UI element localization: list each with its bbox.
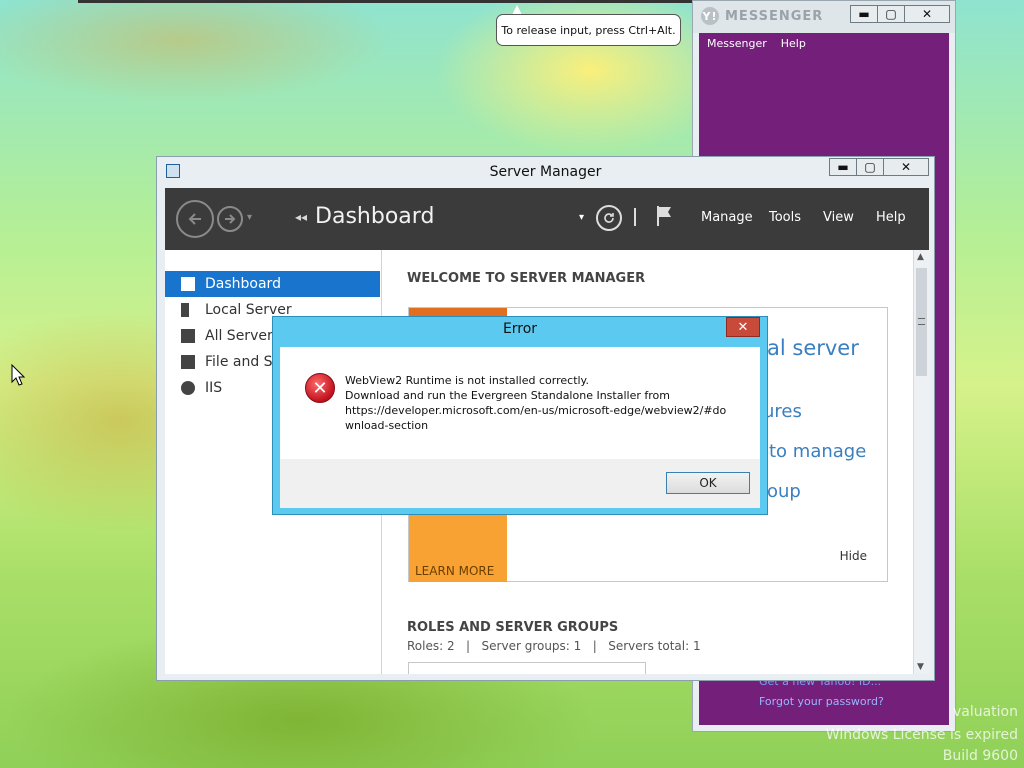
server-manager-titlebar[interactable]: Server Manager — [157, 157, 934, 187]
breadcrumb-arrows-icon: ◂◂ — [295, 209, 308, 224]
history-dropdown-icon[interactable]: ▾ — [247, 212, 252, 223]
error-dialog: Error ✕ ✕ WebView2 Runtime is not instal… — [272, 316, 768, 515]
window-title: Server Manager — [489, 164, 602, 180]
roles-heading: ROLES AND SERVER GROUPS — [407, 620, 619, 635]
server-icon — [181, 303, 189, 317]
watermark-line1: valuation — [952, 704, 1018, 720]
error-icon: ✕ — [305, 373, 335, 403]
messenger-maximize-button[interactable]: ▢ — [877, 5, 905, 23]
notifications-flag-icon[interactable] — [655, 204, 675, 231]
quick-start-line1[interactable]: al server — [767, 336, 859, 360]
error-dialog-body: ✕ WebView2 Runtime is not installed corr… — [280, 347, 760, 459]
quick-start-line2[interactable]: ures — [763, 401, 802, 422]
header-divider — [634, 208, 636, 226]
messenger-close-button[interactable]: ✕ — [904, 5, 950, 23]
messenger-logo: Y! MESSENGER — [701, 7, 823, 25]
mouse-pointer-icon — [11, 364, 25, 386]
tooltip-text: To release input, press Ctrl+Alt. — [501, 23, 676, 37]
breadcrumb: ◂◂ Dashboard — [295, 204, 434, 229]
messenger-menu-messenger[interactable]: Messenger — [707, 37, 767, 50]
messenger-brand: MESSENGER — [725, 8, 824, 24]
server-manager-window-controls: ▬ ▢ ✕ — [829, 158, 929, 176]
refresh-icon[interactable] — [596, 205, 622, 231]
error-message-line: https://developer.microsoft.com/en-us/mi… — [345, 404, 727, 417]
yahoo-logo-icon: Y! — [701, 7, 719, 25]
file-storage-icon — [181, 355, 195, 369]
page-title: Dashboard — [315, 204, 435, 229]
release-input-tooltip: To release input, press Ctrl+Alt. — [496, 14, 681, 46]
servers-icon — [181, 329, 195, 343]
error-dialog-close-button[interactable]: ✕ — [726, 317, 760, 337]
quick-start-tile — [409, 308, 507, 316]
top-strip — [78, 0, 692, 3]
quick-start-line4[interactable]: oup — [767, 481, 801, 502]
error-dialog-title: Error — [502, 321, 538, 337]
error-message: WebView2 Runtime is not installed correc… — [345, 373, 745, 433]
minimize-button[interactable]: ▬ — [829, 158, 857, 176]
messenger-menu-help[interactable]: Help — [781, 37, 806, 50]
iis-icon — [181, 381, 195, 395]
maximize-button[interactable]: ▢ — [856, 158, 884, 176]
roles-summary: Roles: 2 | Server groups: 1 | Servers to… — [407, 639, 701, 653]
welcome-heading: WELCOME TO SERVER MANAGER — [407, 271, 646, 286]
hide-link[interactable]: Hide — [840, 549, 867, 563]
forward-arrow-icon[interactable] — [217, 206, 243, 232]
scrollbar-thumb[interactable] — [916, 268, 927, 376]
dropdown-icon[interactable]: ▾ — [579, 212, 584, 223]
learn-more-tile[interactable]: LEARN MORE — [409, 514, 507, 582]
scroll-up-icon[interactable]: ▲ — [917, 252, 924, 262]
scroll-down-icon[interactable]: ▼ — [917, 662, 924, 672]
error-message-line: Download and run the Evergreen Standalon… — [345, 389, 670, 402]
error-message-line: wnload-section — [345, 419, 429, 432]
watermark-line3: Build 9600 — [942, 748, 1018, 764]
role-tile[interactable] — [408, 662, 646, 674]
menu-view[interactable]: View — [823, 210, 854, 225]
forgot-password-link[interactable]: Forgot your password? — [759, 695, 884, 708]
messenger-menubar: Messenger Help — [707, 37, 806, 50]
close-button[interactable]: ✕ — [883, 158, 929, 176]
messenger-minimize-button[interactable]: ▬ — [850, 5, 878, 23]
sidebar-item-label: Dashboard — [205, 276, 281, 292]
menu-tools[interactable]: Tools — [769, 210, 801, 225]
menu-manage[interactable]: Manage — [701, 210, 753, 225]
learn-more-link[interactable]: LEARN MORE — [415, 564, 494, 578]
sidebar-item-label: All Servers — [205, 328, 281, 344]
ok-button[interactable]: OK — [666, 472, 750, 494]
quick-start-line3[interactable]: to manage — [769, 441, 866, 462]
sidebar-item-label: IIS — [205, 380, 223, 396]
error-message-line: WebView2 Runtime is not installed correc… — [345, 374, 589, 387]
menu-help[interactable]: Help — [876, 210, 906, 225]
vertical-scrollbar[interactable]: ▲ ▼ — [913, 250, 930, 674]
thumb-grip-icon — [918, 318, 925, 325]
error-dialog-footer: OK — [280, 459, 760, 508]
watermark-line2: Windows License is expired — [825, 727, 1018, 743]
server-manager-header: ▾ ◂◂ Dashboard ▾ Manage Tools View Help — [165, 188, 929, 250]
messenger-titlebar[interactable]: Y! MESSENGER ▬ ▢ ✕ — [693, 1, 955, 33]
back-arrow-icon[interactable] — [176, 200, 214, 238]
dashboard-icon — [181, 277, 195, 291]
messenger-window-controls: ▬ ▢ ✕ — [850, 5, 950, 23]
sidebar-item-dashboard[interactable]: Dashboard — [165, 271, 380, 297]
